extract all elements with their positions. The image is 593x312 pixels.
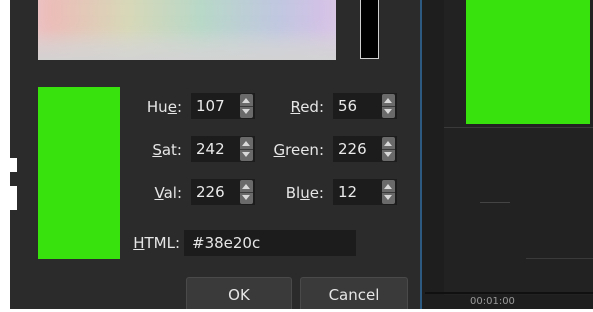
blue-stepper[interactable]: [382, 180, 395, 204]
green-spinbox[interactable]: 226: [333, 136, 397, 162]
sat-stepper[interactable]: [240, 137, 253, 161]
red-value: 56: [338, 97, 358, 115]
preview-line: [526, 258, 593, 259]
timecode-label: 00:01:00: [470, 296, 515, 307]
val-label: Val:: [154, 184, 182, 202]
blue-value: 12: [338, 183, 358, 201]
green-value: 226: [338, 140, 367, 158]
sat-spinbox[interactable]: 242: [191, 136, 255, 162]
red-spinbox[interactable]: 56: [333, 93, 397, 119]
hue-label: Hue:: [146, 98, 182, 116]
edge-marker-top: [10, 158, 17, 172]
timeline-strip: [425, 292, 593, 294]
hue-value: 107: [196, 97, 225, 115]
current-color-swatch: [38, 87, 120, 259]
val-spinbox[interactable]: 226: [191, 179, 255, 205]
arrow-up-icon[interactable]: [242, 184, 250, 189]
cancel-button[interactable]: Cancel: [300, 277, 408, 309]
val-stepper[interactable]: [240, 180, 253, 204]
hue-stepper[interactable]: [240, 94, 253, 118]
preview-separator: [444, 127, 593, 128]
arrow-up-icon[interactable]: [384, 98, 392, 103]
blue-spinbox[interactable]: 12: [333, 179, 397, 205]
sat-value: 242: [196, 140, 225, 158]
edge-marker-bottom: [10, 186, 17, 210]
color-preview: [466, 0, 590, 124]
html-hex-input[interactable]: #38e20c: [184, 230, 356, 256]
html-label: HTML:: [133, 234, 180, 252]
green-label: Green:: [273, 141, 324, 159]
arrow-down-icon[interactable]: [242, 152, 250, 157]
ok-button[interactable]: OK: [186, 277, 292, 309]
hue-spinbox[interactable]: 107: [191, 93, 255, 119]
arrow-up-icon[interactable]: [242, 141, 250, 146]
red-label: Red:: [290, 98, 324, 116]
preview-mark: [480, 202, 510, 203]
arrow-down-icon[interactable]: [384, 109, 392, 114]
green-stepper[interactable]: [382, 137, 395, 161]
val-value: 226: [196, 183, 225, 201]
arrow-up-icon[interactable]: [384, 141, 392, 146]
arrow-down-icon[interactable]: [384, 195, 392, 200]
arrow-down-icon[interactable]: [384, 152, 392, 157]
arrow-up-icon[interactable]: [242, 98, 250, 103]
red-stepper[interactable]: [382, 94, 395, 118]
sat-label: Sat:: [152, 141, 182, 159]
value-slider[interactable]: [360, 0, 379, 59]
arrow-up-icon[interactable]: [384, 184, 392, 189]
arrow-down-icon[interactable]: [242, 195, 250, 200]
arrow-down-icon[interactable]: [242, 109, 250, 114]
blue-label: Blue:: [285, 184, 324, 202]
hue-saturation-field[interactable]: [38, 0, 336, 60]
